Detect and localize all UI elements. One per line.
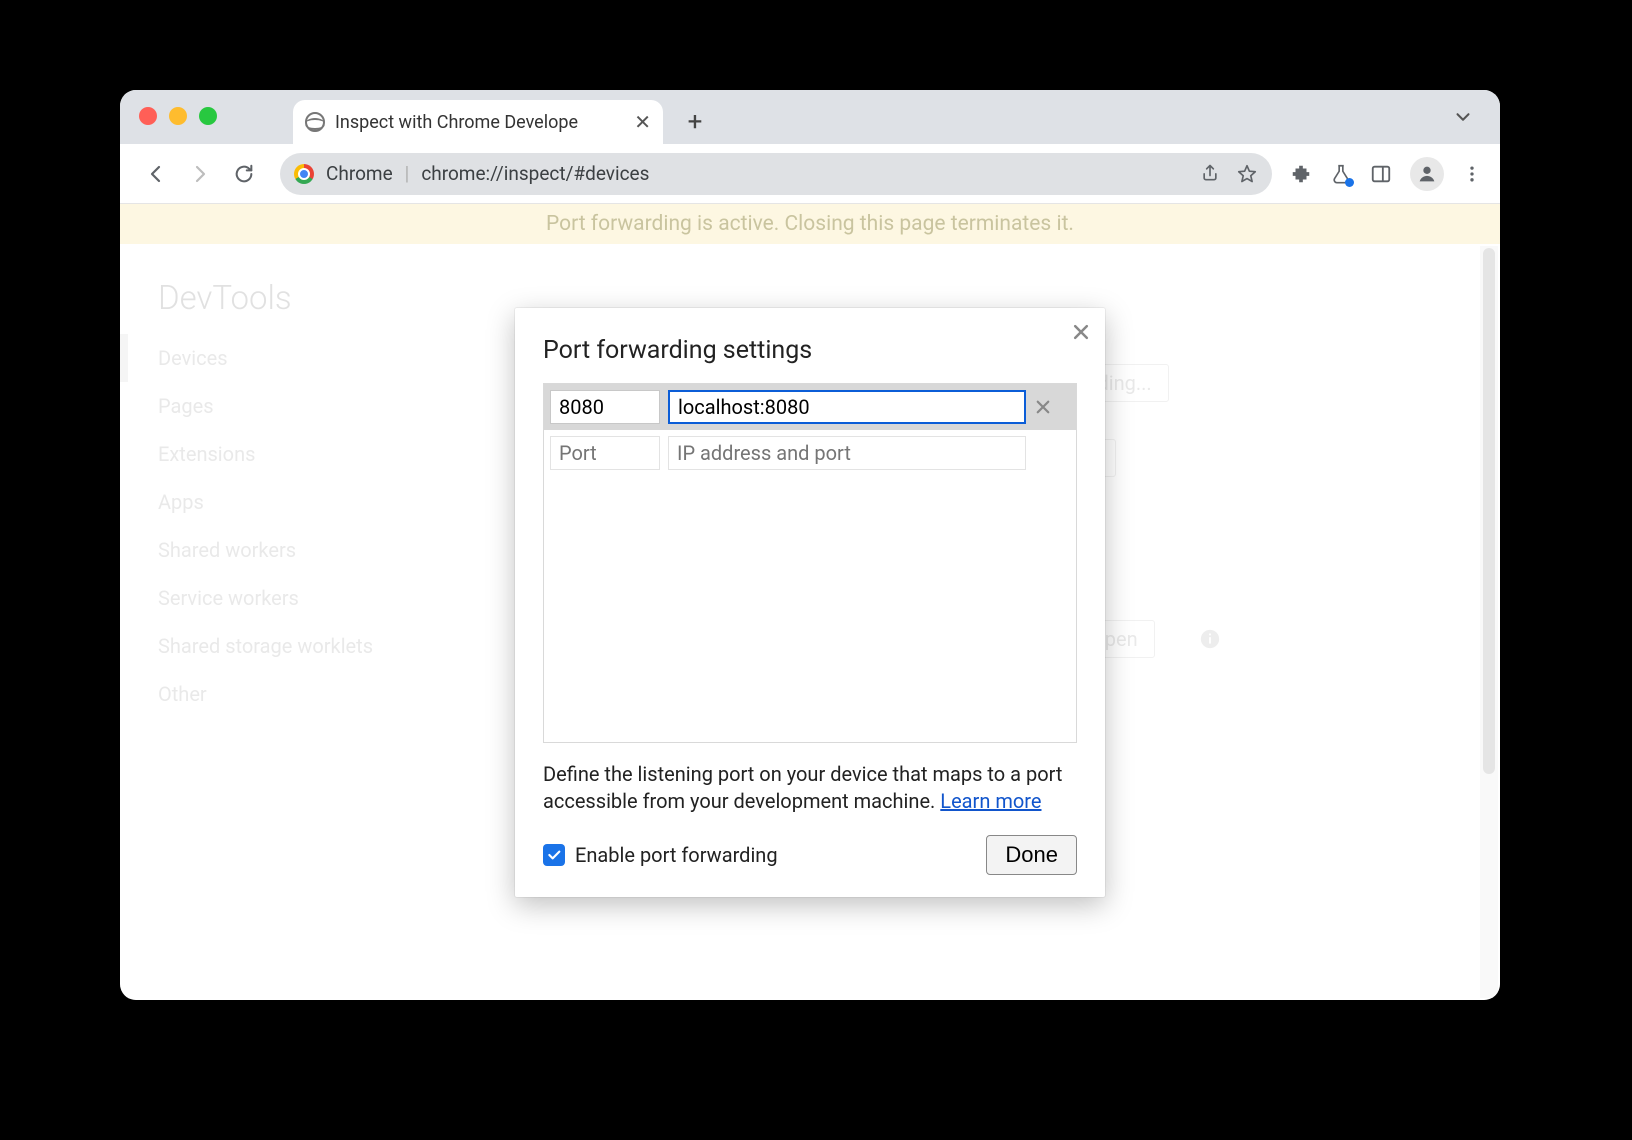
- enable-port-forwarding-checkbox[interactable]: Enable port forwarding: [543, 843, 778, 867]
- tab-strip: Inspect with Chrome Develope ✕ +: [120, 90, 1500, 144]
- rule-port-input[interactable]: [550, 390, 660, 424]
- url-path: chrome://inspect/#devices: [421, 162, 649, 185]
- profile-avatar[interactable]: [1410, 157, 1444, 191]
- side-panel-icon[interactable]: [1370, 163, 1392, 185]
- bookmark-star-icon[interactable]: [1236, 163, 1258, 185]
- new-tab-button[interactable]: +: [675, 102, 715, 142]
- close-window-button[interactable]: [139, 107, 157, 125]
- rules-list: ×: [543, 383, 1077, 743]
- chrome-window: Inspect with Chrome Develope ✕ + Chrome …: [120, 90, 1500, 1000]
- enable-port-forwarding-label: Enable port forwarding: [575, 843, 778, 867]
- rule-remove-icon[interactable]: [1034, 398, 1070, 416]
- rule-row-template: ×: [544, 430, 1076, 476]
- chrome-menu-icon[interactable]: [1462, 164, 1482, 184]
- modal-title: Port forwarding settings: [543, 336, 1077, 365]
- labs-icon[interactable]: [1330, 163, 1352, 185]
- modal-footer: Enable port forwarding Done: [543, 835, 1077, 875]
- modal-overlay: Port forwarding settings ×: [120, 244, 1500, 1000]
- browser-tab[interactable]: Inspect with Chrome Develope ✕: [293, 100, 663, 144]
- page-content: DevTools Devices Pages Extensions Apps S…: [120, 244, 1500, 1000]
- new-rule-address-input[interactable]: [668, 436, 1026, 470]
- tabs-dropdown-icon[interactable]: [1452, 106, 1474, 128]
- url-separator: |: [405, 162, 410, 185]
- info-banner: Port forwarding is active. Closing this …: [120, 204, 1500, 244]
- back-button[interactable]: [138, 156, 174, 192]
- modal-description: Define the listening port on your device…: [543, 761, 1077, 815]
- address-bar[interactable]: Chrome | chrome://inspect/#devices: [280, 153, 1272, 195]
- share-icon[interactable]: [1200, 163, 1220, 185]
- toolbar-right: [1290, 157, 1482, 191]
- window-controls: [139, 107, 217, 125]
- globe-icon: [305, 112, 325, 132]
- fullscreen-window-button[interactable]: [199, 107, 217, 125]
- rule-address-input[interactable]: [668, 390, 1026, 424]
- port-forwarding-modal: Port forwarding settings ×: [515, 308, 1105, 897]
- checkbox-icon: [543, 844, 565, 866]
- minimize-window-button[interactable]: [169, 107, 187, 125]
- rule-row: [544, 384, 1076, 430]
- done-button[interactable]: Done: [986, 835, 1077, 875]
- close-tab-icon[interactable]: ✕: [634, 110, 651, 134]
- modal-close-icon[interactable]: [1071, 322, 1091, 342]
- learn-more-link[interactable]: Learn more: [940, 789, 1041, 813]
- reload-button[interactable]: [226, 156, 262, 192]
- forward-button[interactable]: [182, 156, 218, 192]
- chrome-logo-icon: [294, 164, 314, 184]
- new-rule-port-input[interactable]: [550, 436, 660, 470]
- browser-toolbar: Chrome | chrome://inspect/#devices: [120, 144, 1500, 204]
- tab-title: Inspect with Chrome Develope: [335, 112, 624, 133]
- extensions-icon[interactable]: [1290, 163, 1312, 185]
- url-host: Chrome: [326, 162, 393, 185]
